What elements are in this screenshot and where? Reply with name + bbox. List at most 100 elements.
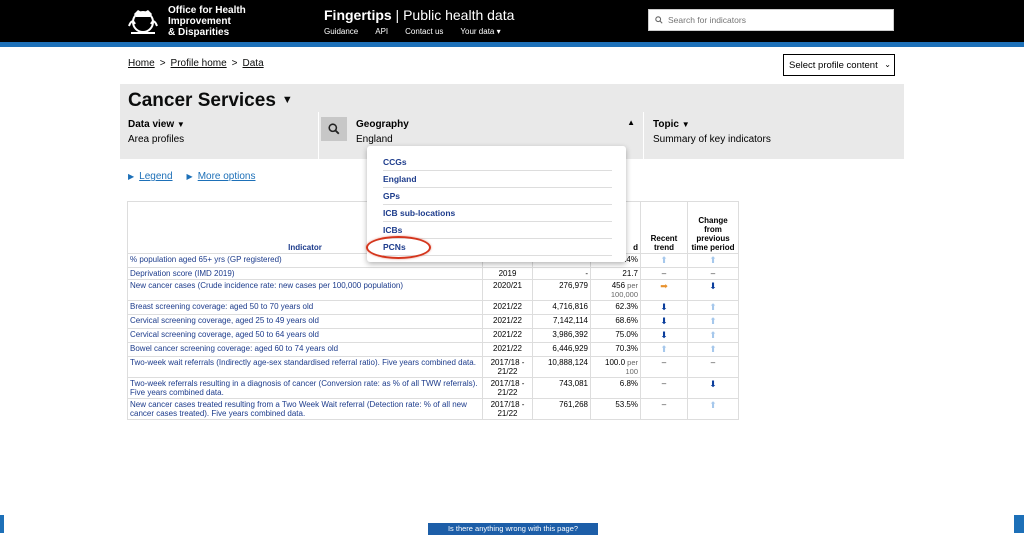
dash-icon: – [661,379,667,388]
arrow-up-icon: ⬆ [709,316,717,326]
topic-selector[interactable]: Topic ▼ Summary of key indicators [643,112,904,159]
breadcrumb-home[interactable]: Home [128,58,155,69]
change-cell: ⬆ [687,398,739,420]
page-edge-left [0,515,4,533]
arrow-down-icon: ⬇ [660,302,668,312]
indicator-name[interactable]: New cancer cases treated resulting from … [127,398,483,420]
value-cell: 75.0% [590,328,641,343]
site-brand[interactable]: Fingertips | Public health data [324,7,514,23]
nav-your-data[interactable]: Your data ▾ [460,27,500,36]
count-cell: 761,268 [532,398,591,420]
arrow-down-icon: ⬇ [709,379,717,389]
geo-option-ccgs[interactable]: CCGs [383,154,612,171]
search-input[interactable] [666,14,893,26]
period-cell: 2021/22 [482,328,533,343]
org-logo-text[interactable]: Office for Health Improvement & Disparit… [168,5,246,38]
geo-option-gps[interactable]: GPs [383,188,612,205]
indicator-name[interactable]: New cancer cases (Crude incidence rate: … [127,279,483,301]
more-options-toggle[interactable]: ▶ More options [187,171,256,182]
select-profile-label: Select profile content [789,59,878,71]
dash-icon: – [710,269,716,278]
value-number: 68.6% [615,316,638,325]
breadcrumb-separator: > [231,58,238,69]
geo-option-england[interactable]: England [383,171,612,188]
geography-value: England [356,134,393,145]
triangle-right-icon: ▶ [128,172,135,181]
count-cell: - [532,267,591,280]
breadcrumb-data[interactable]: Data [243,58,264,69]
change-cell: ⬆ [687,342,739,357]
caret-up-icon[interactable]: ▲ [627,118,635,127]
data-view-label: Data view [128,119,175,130]
indicator-search [648,9,894,31]
indicator-name[interactable]: Cervical screening coverage, aged 25 to … [127,314,483,329]
data-view-selector[interactable]: Data view ▼ Area profiles [128,119,185,145]
value-number: 62.3% [615,302,638,311]
indicator-name[interactable]: Cervical screening coverage, aged 50 to … [127,328,483,343]
caret-down-icon: ▼ [681,120,690,129]
change-cell: ⬇ [687,279,739,301]
recent-trend-cell: ⬇ [640,314,688,329]
arrow-down-icon: ⬇ [709,281,717,291]
arrow-up-icon: ⬆ [709,400,717,410]
value-cell: 456 per 100,000 [590,279,641,301]
legend-toggle[interactable]: ▶ Legend [128,171,173,182]
count-cell: 3,986,392 [532,328,591,343]
report-problem-button[interactable]: Is there anything wrong with this page? [428,523,598,535]
period-cell: 2020/21 [482,279,533,301]
more-options-link-text: More options [197,171,256,182]
value-number: 75.0% [615,330,638,339]
select-profile-content[interactable]: Select profile content ⌄ [783,54,895,76]
change-cell: ⬆ [687,253,739,268]
indicator-name[interactable]: Two-week referrals resulting in a diagno… [127,377,483,399]
dash-icon: – [661,358,667,367]
recent-trend-cell: ⬆ [640,342,688,357]
period-cell: 2017/18 - 21/22 [482,356,533,378]
table-row: Two-week wait referrals (Indirectly age-… [127,356,739,378]
org-line-1: Office for Health [168,5,246,16]
breadcrumb: Home > Profile home > Data [128,58,264,69]
change-cell: ⬇ [687,377,739,399]
recent-trend-cell: ⬆ [640,253,688,268]
count-cell: 10,888,124 [532,356,591,378]
data-view-value: Area profiles [128,134,185,145]
breadcrumb-profile-home[interactable]: Profile home [171,58,227,69]
value-unit: per 100 [625,358,638,376]
nav-api[interactable]: API [375,27,388,36]
nav-contact[interactable]: Contact us [405,27,443,36]
column-header-recent-trend: Recent trend [640,201,688,254]
recent-trend-cell: – [640,377,688,399]
options-links: ▶ Legend ▶ More options [128,171,256,182]
count-cell: 7,142,114 [532,314,591,329]
page-title[interactable]: Cancer Services ▼ [128,90,293,112]
period-cell: 2019 [482,267,533,280]
search-icon [328,123,340,135]
geo-option-icbs[interactable]: ICBs [383,222,612,239]
nav-guidance[interactable]: Guidance [324,27,358,36]
table-row: Cervical screening coverage, aged 25 to … [127,314,739,329]
value-cell: 68.6% [590,314,641,329]
arrow-up-icon: ⬆ [660,255,668,265]
count-cell: 4,716,816 [532,300,591,315]
change-cell: – [687,267,739,280]
indicator-name[interactable]: Two-week wait referrals (Indirectly age-… [127,356,483,378]
org-line-3: & Disparities [168,27,230,38]
arrow-up-icon: ⬆ [709,344,717,354]
change-cell: ⬆ [687,300,739,315]
indicator-name[interactable]: Bowel cancer screening coverage: aged 60… [127,342,483,357]
dash-icon: – [661,269,667,278]
recent-trend-cell: – [640,398,688,420]
geo-option-icb-sub-locations[interactable]: ICB sub-locations [383,205,612,222]
top-nav: Guidance API Contact us Your data ▾ [324,27,501,36]
value-number: 70.3% [615,344,638,353]
indicator-name[interactable]: Breast screening coverage: aged 50 to 70… [127,300,483,315]
table-row: Cervical screening coverage, aged 50 to … [127,328,739,343]
arrow-up-icon: ⬆ [709,255,717,265]
blue-stripe [0,42,1024,47]
value-number: 53.5% [615,400,638,409]
geography-search-button[interactable] [321,117,347,141]
chevron-down-icon: ⌄ [884,60,891,69]
indicator-name[interactable]: Deprivation score (IMD 2019) [127,267,483,280]
count-cell: 743,081 [532,377,591,399]
value-cell: 53.5% [590,398,641,420]
